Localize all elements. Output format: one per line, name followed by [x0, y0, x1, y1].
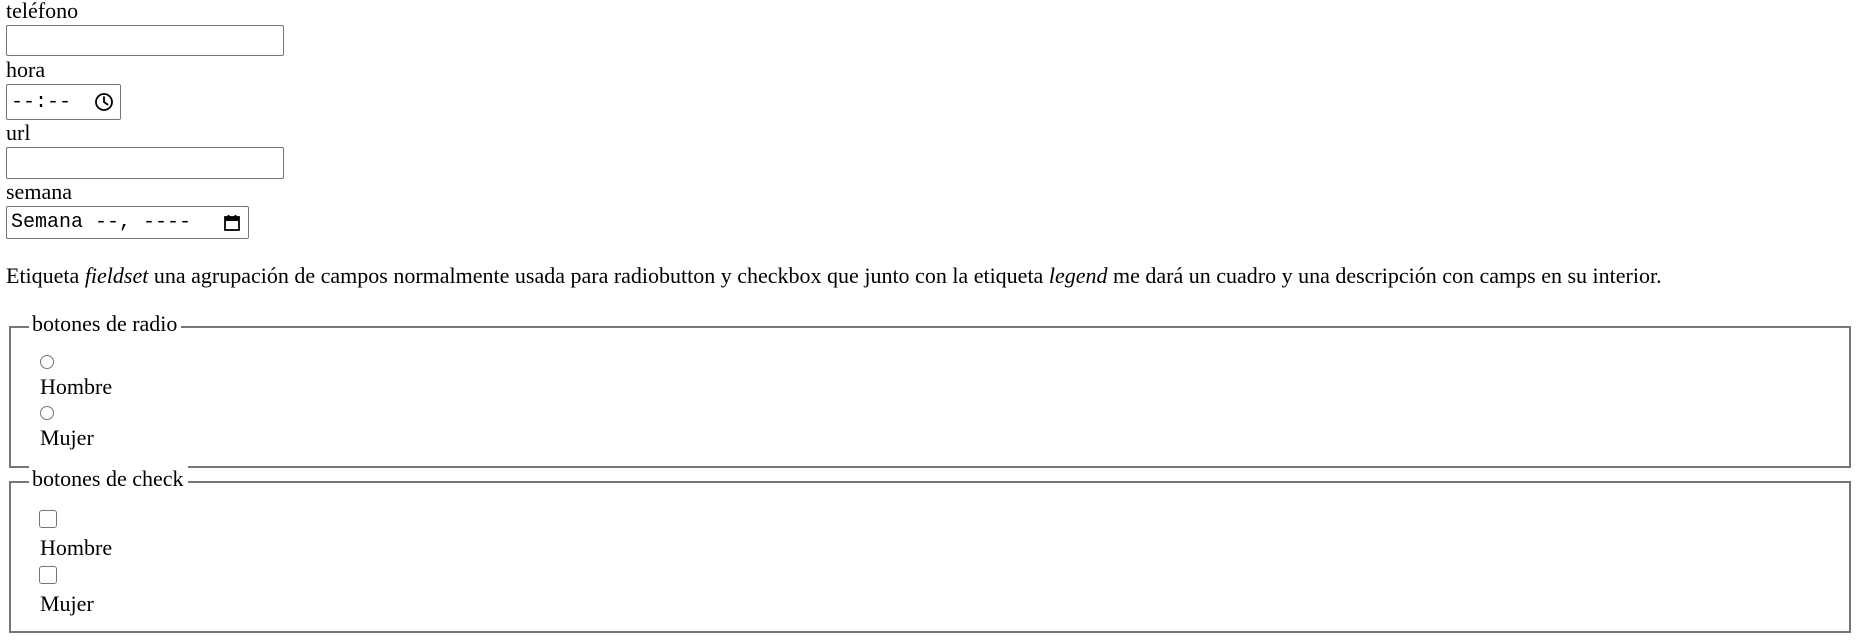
checkbox-hombre[interactable] — [39, 510, 57, 528]
hora-label: hora — [6, 57, 46, 82]
telefono-input[interactable] — [6, 25, 284, 56]
hora-placeholder: --:-- — [11, 90, 72, 114]
semana-placeholder: Semana --, ---- — [11, 211, 192, 234]
radio-hombre-label: Hombre — [40, 374, 113, 399]
radio-hombre[interactable] — [40, 355, 54, 369]
check-fieldset: botones de check Hombre Mujer — [9, 465, 1851, 633]
fieldset-description: Etiqueta fieldset una agrupación de camp… — [6, 262, 1662, 290]
check-legend: botones de check — [29, 465, 188, 493]
radio-mujer[interactable] — [40, 406, 54, 420]
radio-legend: botones de radio — [29, 310, 182, 338]
radio-fieldset: botones de radio Hombre Mujer — [9, 310, 1851, 468]
checkbox-mujer-label: Mujer — [40, 591, 94, 616]
radio-mujer-label: Mujer — [40, 425, 94, 450]
checkbox-hombre-label: Hombre — [40, 535, 113, 560]
paragraph-text-3: me dará un cuadro y una descripción con … — [1107, 263, 1662, 288]
paragraph-em-legend: legend — [1048, 263, 1108, 288]
paragraph-em-fieldset: fieldset — [84, 263, 149, 288]
url-label: url — [6, 120, 31, 145]
url-input[interactable] — [6, 147, 284, 179]
semana-input[interactable]: Semana --, ---- — [6, 206, 249, 239]
paragraph-text-1: Etiqueta — [6, 263, 85, 288]
telefono-label: teléfono — [6, 0, 79, 23]
checkbox-mujer[interactable] — [39, 566, 57, 584]
paragraph-text-2: una agrupación de campos normalmente usa… — [148, 263, 1049, 288]
clock-icon[interactable] — [94, 92, 114, 112]
calendar-icon[interactable] — [222, 213, 242, 233]
semana-label: semana — [6, 179, 72, 204]
hora-input[interactable]: --:-- — [6, 84, 121, 120]
form-page: teléfono hora --:-- url semana Semana --… — [0, 0, 1870, 644]
